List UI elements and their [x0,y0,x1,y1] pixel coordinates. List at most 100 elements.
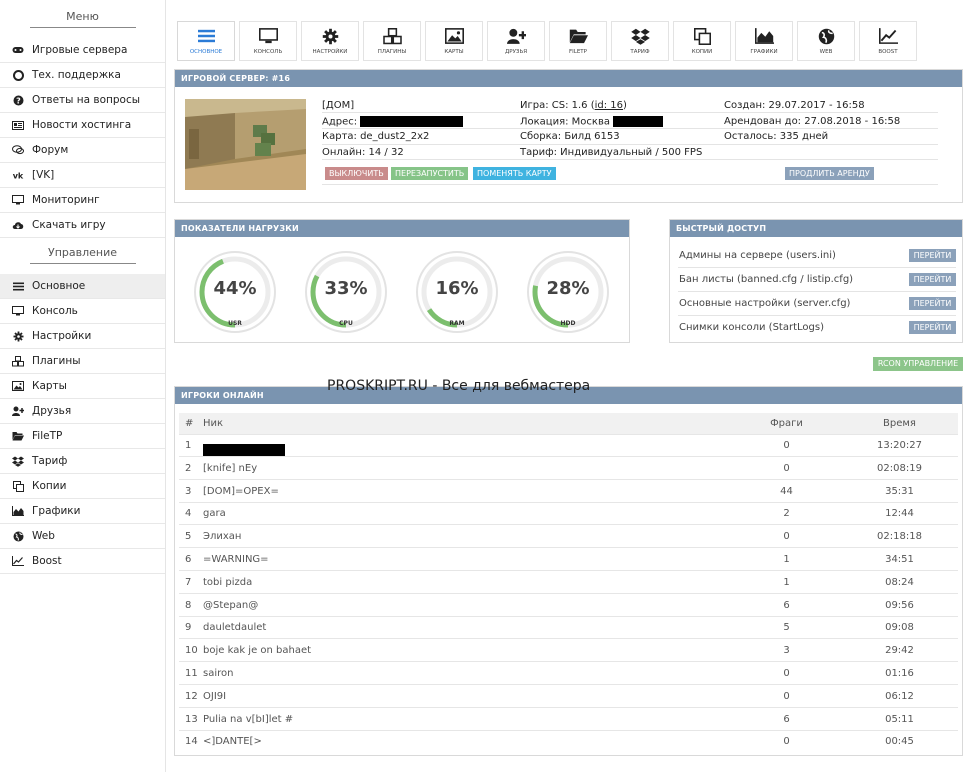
menu-item[interactable]: Игровые сервера [0,38,165,63]
menu-item[interactable]: Тех. поддержка [0,63,165,88]
menu-item-label: Форум [32,144,69,156]
player-num: 4 [185,508,192,520]
game-id-link[interactable]: id: 16 [595,100,623,111]
toolbar-button-label: Настройки [312,49,348,55]
toolbar-button[interactable]: Графики [735,21,793,61]
stop-button[interactable]: Выключить [325,167,388,180]
player-frags: 6 [783,713,790,725]
toolbar-button[interactable]: Основное [177,21,235,61]
question-icon: ? [11,94,25,106]
table-row: 4 gara 2 12:44 [179,503,958,526]
manage-item[interactable]: Плагины [0,349,165,374]
dropbox-icon [11,455,25,467]
table-row: 9 dauletdaulet 5 09:08 [179,617,958,640]
manage-item[interactable]: Boost [0,549,165,574]
manage-item[interactable]: FileTP [0,424,165,449]
toolbar-button-label: Основное [189,49,223,55]
go-button[interactable]: Перейти [909,297,956,310]
player-time: 00:45 [885,736,914,748]
menu-item[interactable]: Скачать игру [0,213,165,238]
go-button[interactable]: Перейти [909,273,956,286]
server-created: Создан: 29.07.2017 - 16:58 [724,100,865,111]
player-nick: OJI9I [203,690,227,702]
bars-icon [11,280,25,292]
load-gauge: 33% CPU [304,250,388,334]
toolbar-button[interactable]: Консоль [239,21,297,61]
players-panel: Игроки онлайн # Ник Фраги Время 1 0 13:20:… [174,386,963,756]
change-map-button[interactable]: Поменять карту [473,167,556,180]
manage-item[interactable]: Основное [0,274,165,299]
menu-item-label: Ответы на вопросы [32,94,141,106]
manage-item[interactable]: Копии [0,474,165,499]
menu-item[interactable]: Новости хостинга [0,113,165,138]
manage-heading: Управление [0,238,165,274]
go-button[interactable]: Перейти [909,249,956,262]
player-nick: gara [203,508,226,520]
menu-item[interactable]: ? Ответы на вопросы [0,88,165,113]
menu-item[interactable]: Форум [0,138,165,163]
toolbar-button[interactable]: Настройки [301,21,359,61]
header-num: # [185,418,194,429]
gauge-percent: 33% [324,278,368,299]
divider [322,159,938,160]
player-nick: tobi pizda [203,576,253,588]
player-time: 09:08 [885,622,914,634]
player-num: 12 [185,690,198,702]
toolbar-button[interactable]: Карты [425,21,483,61]
manage-item[interactable]: Тариф [0,449,165,474]
player-frags: 0 [783,462,790,474]
manage-item[interactable]: Консоль [0,299,165,324]
server-address: Адрес: [322,116,464,128]
chat-icon [11,144,25,156]
divider [322,112,938,113]
area-chart-icon [11,505,25,517]
server-location: Локация: Москва [520,116,664,128]
menu-item[interactable]: vk [VK] [0,163,165,188]
menu-item-label: Мониторинг [32,194,100,206]
table-row: 1 0 13:20:27 [179,435,958,457]
toolbar-button[interactable]: Друзья [487,21,545,61]
lifebuoy-icon [11,69,25,81]
player-time: 02:18:18 [877,531,922,543]
manage-item[interactable]: Друзья [0,399,165,424]
gauge-label: CPU [339,320,353,327]
manage-item-label: Web [32,530,55,542]
toolbar-button-label: Карты [444,49,464,55]
player-num: 6 [185,554,192,565]
toolbar-button[interactable]: Boost [859,21,917,61]
manage-item-label: Плагины [32,355,81,367]
player-num: 3 [185,485,192,497]
manage-item[interactable]: Графики [0,499,165,524]
menu-item-label: Игровые сервера [32,44,128,56]
player-time: 13:20:27 [877,440,922,451]
restart-button[interactable]: Перезапустить [391,167,469,180]
menu-item[interactable]: Мониторинг [0,188,165,213]
player-num: 2 [185,462,192,474]
manage-item[interactable]: Карты [0,374,165,399]
quick-access-label: Админы на сервере (users.ini) [679,250,836,261]
player-frags: 0 [783,440,790,451]
newspaper-icon [11,119,25,131]
toolbar-button-label: Boost [878,49,898,55]
redacted-location [613,116,664,127]
server-name: [ДОМ] [322,100,355,111]
player-frags: 2 [783,508,790,520]
extend-rent-button[interactable]: Продлить аренду [785,167,874,180]
toolbar-button[interactable]: Плагины [363,21,421,61]
rcon-button[interactable]: RCON управление [873,357,963,371]
toolbar-button[interactable]: Web [797,21,855,61]
player-frags: 0 [783,690,790,702]
toolbar-button[interactable]: Тариф [611,21,669,61]
player-time: 01:16 [885,668,914,679]
toolbar-button[interactable]: Копии [673,21,731,61]
player-frags: 5 [783,622,790,634]
load-panel-title: Показатели нагрузки [175,220,629,237]
manage-item[interactable]: Web [0,524,165,549]
manage-item[interactable]: Настройки [0,324,165,349]
sidebar: Меню Игровые сервера Тех. поддержка? Ответ… [0,0,166,772]
manage-item-label: Друзья [32,405,72,417]
toolbar-button[interactable]: FileTP [549,21,607,61]
go-button[interactable]: Перейти [909,321,956,334]
manage-item-label: Тариф [32,455,68,467]
players-table-header: # Ник Фраги Время [179,413,958,435]
